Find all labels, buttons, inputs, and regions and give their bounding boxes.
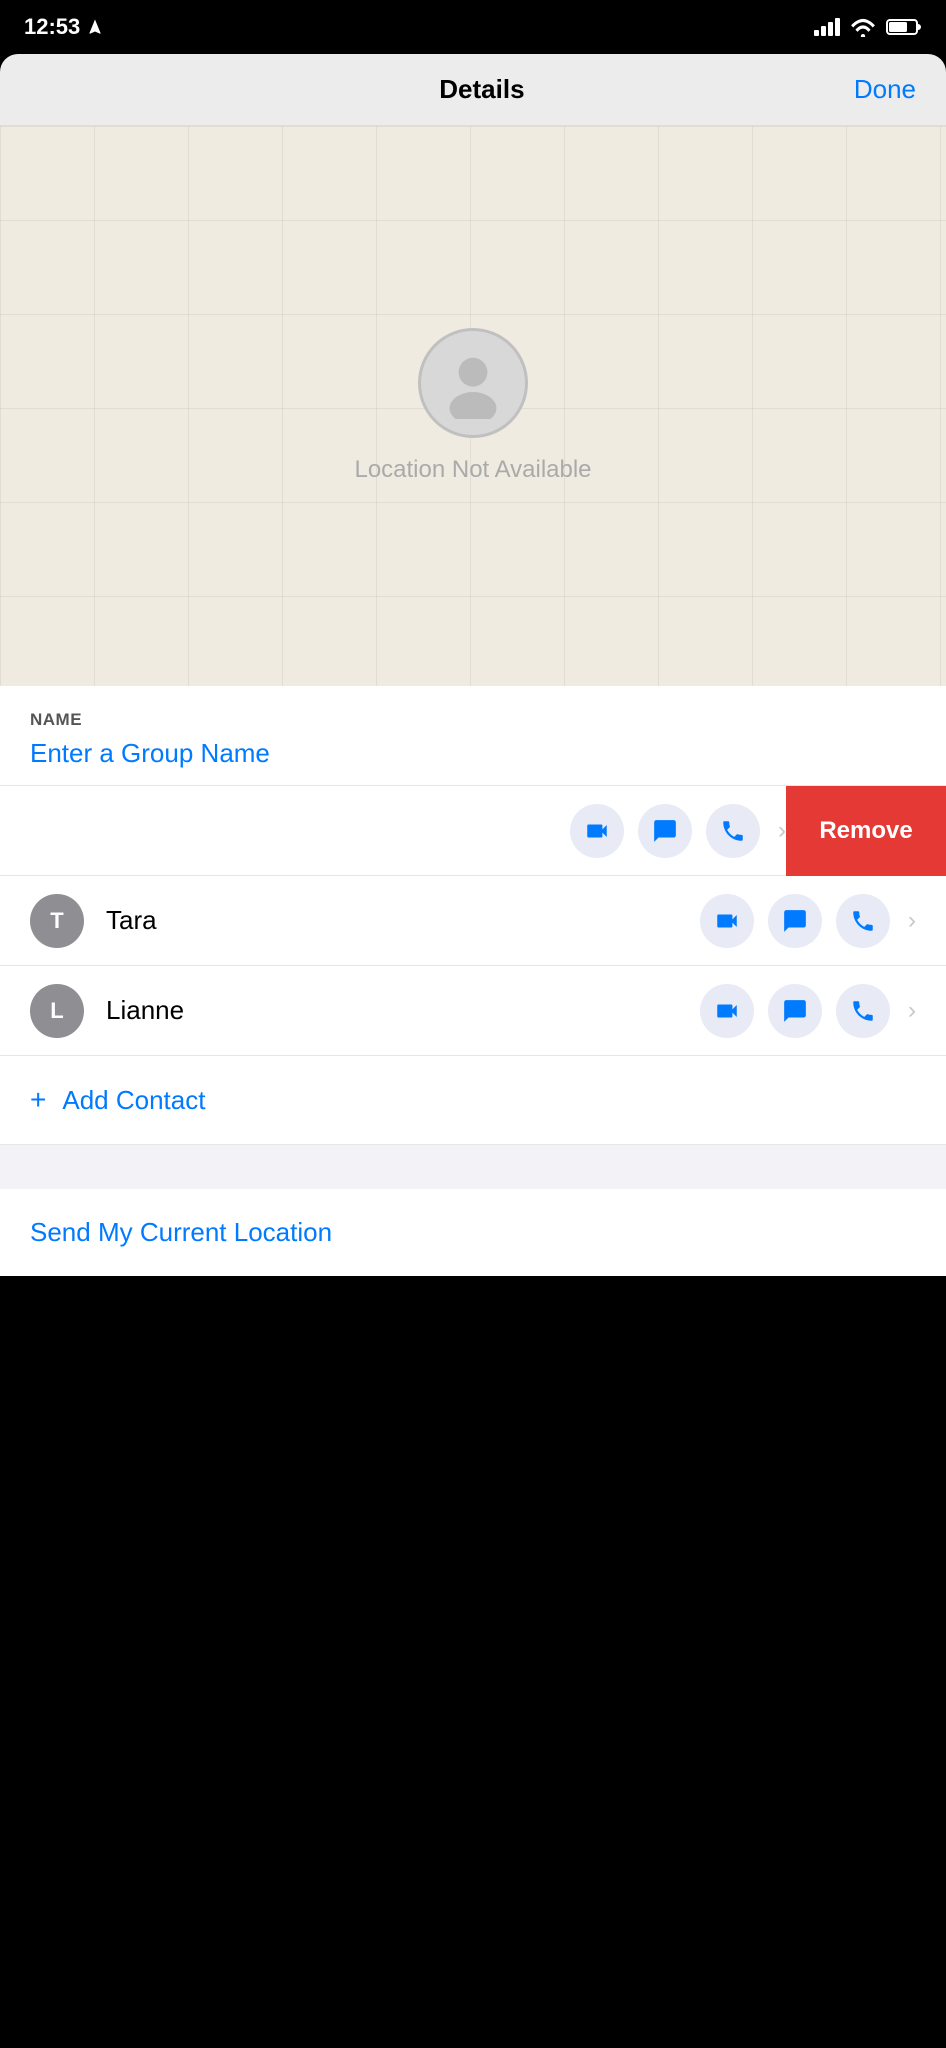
map-area: Location Not Available [0, 126, 946, 686]
video-call-button-nai[interactable] [570, 804, 624, 858]
location-avatar [418, 328, 528, 438]
person-icon [421, 331, 525, 435]
contact-lianne-actions: › [700, 984, 916, 1038]
status-right [814, 17, 922, 37]
add-contact-row[interactable]: + Add Contact [0, 1056, 946, 1145]
nav-bar: Details Done [0, 54, 946, 126]
message-icon [782, 998, 808, 1024]
add-contact-label: Add Contact [62, 1085, 205, 1116]
message-button-nai[interactable] [638, 804, 692, 858]
contact-avatar-tara: T [30, 894, 84, 948]
video-icon [714, 908, 740, 934]
video-icon [714, 998, 740, 1024]
add-plus-icon: + [30, 1084, 46, 1116]
section-divider [0, 1145, 946, 1189]
location-status: Location Not Available [354, 456, 591, 484]
time-display: 12:53 [24, 14, 80, 40]
home-indicator [393, 2032, 553, 2038]
video-call-button-lianne[interactable] [700, 984, 754, 1038]
phone-icon [850, 908, 876, 934]
chevron-icon-nai: › [778, 817, 786, 845]
contact-row-nai[interactable]: nai › Remove [0, 786, 946, 876]
nav-title: Details [439, 74, 524, 105]
done-button[interactable]: Done [854, 74, 916, 105]
contact-nai-actions: › [570, 804, 786, 858]
send-location-row[interactable]: Send My Current Location [0, 1189, 946, 1276]
message-button-tara[interactable] [768, 894, 822, 948]
contact-row-lianne[interactable]: L Lianne › [0, 966, 946, 1056]
message-icon [652, 818, 678, 844]
contact-row-tara[interactable]: T Tara › [0, 876, 946, 966]
wifi-icon [850, 17, 876, 37]
phone-button-nai[interactable] [706, 804, 760, 858]
remove-button-nai[interactable]: Remove [786, 786, 946, 876]
video-call-button-tara[interactable] [700, 894, 754, 948]
content-area: NAME Enter a Group Name nai [0, 686, 946, 1276]
status-left: 12:53 [24, 14, 104, 40]
phone-button-lianne[interactable] [836, 984, 890, 1038]
video-icon [584, 818, 610, 844]
send-location-label: Send My Current Location [30, 1217, 332, 1247]
chevron-icon-tara: › [908, 907, 916, 935]
contact-avatar-lianne: L [30, 984, 84, 1038]
message-icon [782, 908, 808, 934]
phone-icon [720, 818, 746, 844]
contact-nai-inner: nai › [0, 786, 816, 876]
contact-name-lianne: Lianne [106, 995, 700, 1026]
phone-button-tara[interactable] [836, 894, 890, 948]
name-section: NAME Enter a Group Name [0, 686, 946, 786]
contacts-list: nai › Remove [0, 786, 946, 1056]
group-name-input[interactable]: Enter a Group Name [30, 738, 916, 769]
contact-name-tara: Tara [106, 905, 700, 936]
chevron-icon-lianne: › [908, 997, 916, 1025]
battery-icon [886, 18, 922, 36]
name-label: NAME [30, 710, 916, 730]
message-button-lianne[interactable] [768, 984, 822, 1038]
phone-icon [850, 998, 876, 1024]
map-content: Location Not Available [354, 328, 591, 484]
status-bar: 12:53 [0, 0, 946, 54]
contact-tara-actions: › [700, 894, 916, 948]
signal-bars-icon [814, 18, 840, 36]
location-arrow-icon [86, 18, 104, 36]
